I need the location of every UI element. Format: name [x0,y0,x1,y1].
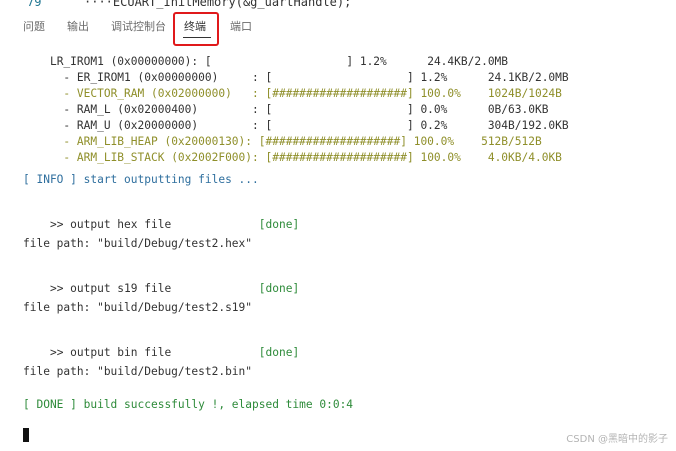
output-command-line: >> output hex file [done] [49,218,300,231]
file-path-line: file path: "build/Debug/test2.s19" [23,301,253,314]
done-status: [done] [258,282,300,295]
memory-row: - RAM_L (0x02000400) : [ ] 0.0% 0B/63.0K… [49,103,549,116]
memory-row: - ER_IROM1 (0x00000000) : [ ] 1.2% 24.1K… [49,71,569,84]
highlight-box [173,12,219,46]
done-status: [done] [258,218,300,231]
output-command-line: >> output bin file [done] [49,346,300,359]
memory-row: - ARM_LIB_HEAP (0x20000130): [##########… [49,135,542,148]
memory-row: - RAM_U (0x20000000) : [ ] 0.2% 304B/192… [49,119,569,132]
memory-row: LR_IROM1 (0x00000000): [ ] 1.2% 24.4KB/2… [49,55,509,68]
done-line: [ DONE ] build successfully !, elapsed t… [23,398,354,411]
memory-row: - VECTOR_RAM (0x02000000) : [###########… [49,87,562,100]
tab-debug-console[interactable]: 调试控制台 [111,18,166,34]
watermark: CSDN @黑暗中的影子 [566,434,668,445]
terminal-cursor [23,428,29,442]
code-line: ····ECUART_InitMemory(&g_uartHandle); [84,0,352,9]
output-command-line: >> output s19 file [done] [49,282,300,295]
file-path-line: file path: "build/Debug/test2.hex" [23,237,253,250]
tab-ports[interactable]: 端口 [230,18,252,34]
file-path-line: file path: "build/Debug/test2.bin" [23,365,253,378]
done-status: [done] [258,346,300,359]
tab-output[interactable]: 输出 [67,18,89,34]
editor-code-peek: 79 ····ECUART_InitMemory(&g_uartHandle); [0,0,676,9]
tab-problems[interactable]: 问题 [23,18,45,34]
line-number: 79 [27,0,42,9]
info-line: [ INFO ] start outputting files ... [23,173,259,186]
panel-tab-bar: 问题 输出 调试控制台 终端 端口 [0,10,676,46]
memory-row: - ARM_LIB_STACK (0x2002F000): [#########… [49,151,562,164]
